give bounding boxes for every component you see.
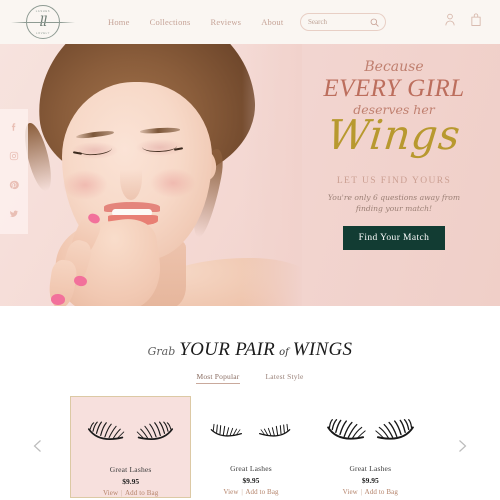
lash-left-icon [88, 421, 125, 440]
section-title-of: of [279, 347, 289, 358]
product-filter-tabs: Most Popular Latest Style [0, 372, 500, 384]
hero-banner: Because EVERY GIRL deserves her Wings LE… [0, 44, 500, 306]
tab-latest-style[interactable]: Latest Style [266, 372, 304, 384]
search-icon[interactable] [370, 18, 379, 27]
section-title-your-pair: YOUR PAIR [179, 339, 276, 360]
logo-arc-bottom: LOVELY [35, 31, 51, 35]
lash-right-icon [259, 423, 291, 437]
nav-item-home[interactable]: Home [108, 17, 130, 27]
hero-subtitle-line-1: You're only 6 questions away from [327, 192, 461, 202]
logo-swash-icon [11, 22, 75, 23]
lash-right-icon [375, 419, 414, 440]
product-image-wispy-volume [71, 403, 190, 465]
hero-photo-fade [242, 44, 302, 306]
hero-line-wings: Wings [324, 110, 464, 159]
view-link[interactable]: View [343, 488, 358, 496]
action-separator: | [121, 489, 123, 497]
site-logo[interactable]: LASHES ll LOVELY [11, 3, 75, 41]
product-actions: View | Add to Bag [191, 488, 310, 496]
product-name: Great Lashes [349, 464, 392, 473]
model-nose [120, 156, 142, 200]
add-to-bag-link[interactable]: Add to Bag [365, 488, 398, 496]
instagram-icon[interactable] [9, 148, 19, 166]
header-actions [444, 13, 482, 31]
product-image-natural-spiky [191, 402, 310, 464]
hero-eyebrow: LET US FIND YOURS [336, 175, 452, 186]
nav-item-reviews[interactable]: Reviews [211, 17, 242, 27]
action-separator: | [241, 488, 243, 496]
product-image-dramatic-fluffy [311, 402, 430, 464]
product-card[interactable]: Great Lashes $9.95 View | Add to Bag [191, 396, 310, 498]
search-input[interactable] [308, 18, 370, 26]
hero-subtitle: You're only 6 questions away from findin… [302, 192, 486, 215]
section-title-wings: WINGS [292, 339, 353, 360]
hero-text-block: Because EVERY GIRL deserves her Wings LE… [302, 60, 486, 250]
product-name: Great Lashes [109, 465, 152, 474]
hero-subtitle-line-2: finding your match! [355, 204, 433, 214]
product-card[interactable]: Great Lashes $9.95 View | Add to Bag [311, 396, 430, 498]
view-link[interactable]: View [103, 489, 118, 497]
nav-item-about[interactable]: About [261, 17, 283, 27]
view-link[interactable]: View [223, 488, 238, 496]
product-price: $9.95 [361, 476, 379, 485]
twitter-icon[interactable] [9, 206, 19, 224]
product-carousel: Great Lashes $9.95 View | Add to Bag Gre… [0, 396, 500, 500]
tab-most-popular[interactable]: Most Popular [196, 372, 240, 384]
product-price: $9.95 [122, 477, 140, 486]
pinterest-icon[interactable] [9, 177, 19, 195]
shopping-bag-icon[interactable] [470, 13, 482, 31]
search-box[interactable] [300, 13, 386, 31]
product-price: $9.95 [242, 476, 260, 485]
chevron-right-icon[interactable] [454, 438, 470, 454]
add-to-bag-link[interactable]: Add to Bag [125, 489, 158, 497]
product-actions: View | Add to Bag [71, 489, 190, 497]
product-card[interactable]: Great Lashes $9.95 View | Add to Bag [70, 396, 192, 498]
account-icon[interactable] [444, 13, 456, 31]
site-header: LASHES ll LOVELY Home Collections Review… [0, 0, 500, 44]
hero-line-because: Because [364, 59, 424, 75]
model-blush-right [150, 168, 196, 198]
chevron-left-icon[interactable] [30, 438, 46, 454]
action-separator: | [360, 488, 363, 496]
logo-arc-top: LASHES [35, 9, 51, 13]
model-blush-left [62, 170, 108, 200]
lash-left-icon [211, 423, 243, 437]
product-card-list: Great Lashes $9.95 View | Add to Bag Gre… [70, 396, 430, 498]
main-navigation: Home Collections Reviews About [108, 17, 283, 27]
social-media-rail [0, 109, 28, 234]
hero-line-every-girl: EVERY GIRL [323, 75, 465, 102]
hero-model-photo [0, 44, 302, 306]
lash-left-icon [326, 419, 366, 440]
lash-right-icon [136, 421, 174, 440]
products-section: Grab YOUR PAIR of WINGS Most Popular Lat… [0, 306, 500, 500]
add-to-bag-link[interactable]: Add to Bag [245, 488, 278, 496]
facebook-icon[interactable] [9, 119, 19, 137]
section-title: Grab YOUR PAIR of WINGS [0, 340, 500, 359]
nav-item-collections[interactable]: Collections [150, 17, 191, 27]
section-title-grab: Grab [147, 345, 176, 358]
find-your-match-button[interactable]: Find Your Match [342, 225, 446, 250]
product-name: Great Lashes [230, 464, 272, 473]
product-actions: View | Add to Bag [311, 488, 430, 496]
